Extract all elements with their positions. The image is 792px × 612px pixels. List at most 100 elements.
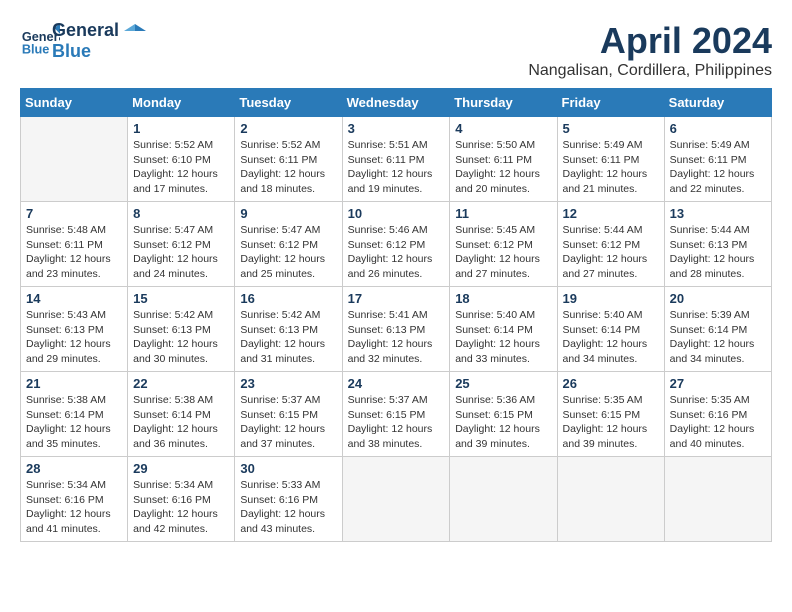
day-number: 30 (240, 461, 336, 476)
calendar-cell (450, 457, 557, 542)
calendar-cell: 1 Sunrise: 5:52 AM Sunset: 6:10 PM Daylig… (128, 117, 235, 202)
week-row-1: 1 Sunrise: 5:52 AM Sunset: 6:10 PM Daylig… (21, 117, 772, 202)
logo-blue: Blue (52, 41, 146, 62)
calendar-cell: 8 Sunrise: 5:47 AM Sunset: 6:12 PM Daylig… (128, 202, 235, 287)
day-info: Sunrise: 5:45 AM Sunset: 6:12 PM Dayligh… (455, 223, 551, 282)
calendar-cell: 29 Sunrise: 5:34 AM Sunset: 6:16 PM Dayli… (128, 457, 235, 542)
calendar-cell: 27 Sunrise: 5:35 AM Sunset: 6:16 PM Dayli… (664, 372, 771, 457)
day-number: 4 (455, 121, 551, 136)
day-number: 6 (670, 121, 766, 136)
calendar-cell (21, 117, 128, 202)
day-number: 8 (133, 206, 229, 221)
day-number: 14 (26, 291, 122, 306)
calendar-cell: 21Sunrise: 5:38 AM Sunset: 6:14 PM Dayli… (21, 372, 128, 457)
svg-text:Blue: Blue (22, 41, 50, 56)
day-info: Sunrise: 5:49 AM Sunset: 6:11 PM Dayligh… (563, 138, 659, 197)
day-info: Sunrise: 5:44 AM Sunset: 6:13 PM Dayligh… (670, 223, 766, 282)
logo-general: General (52, 20, 146, 41)
calendar-cell: 22 Sunrise: 5:38 AM Sunset: 6:14 PM Dayli… (128, 372, 235, 457)
day-info: Sunrise: 5:47 AM Sunset: 6:12 PM Dayligh… (133, 223, 229, 282)
day-info: Sunrise: 5:36 AM Sunset: 6:15 PM Dayligh… (455, 393, 551, 452)
day-number: 7 (26, 206, 122, 221)
day-number: 10 (348, 206, 445, 221)
calendar-cell: 11 Sunrise: 5:45 AM Sunset: 6:12 PM Dayli… (450, 202, 557, 287)
day-number: 25 (455, 376, 551, 391)
day-number: 21 (26, 376, 122, 391)
weekday-header-row: SundayMondayTuesdayWednesdayThursdayFrid… (21, 89, 772, 117)
calendar-cell: 28Sunrise: 5:34 AM Sunset: 6:16 PM Dayli… (21, 457, 128, 542)
week-row-4: 21 Sunrise: 5:38 AM Sunset: 6:14 PM Dayli… (21, 372, 772, 457)
title-area: April 2024 Nangalisan, Cordillera, Phili… (528, 20, 772, 80)
day-info: Sunrise: 5:40 AM Sunset: 6:14 PM Dayligh… (455, 308, 551, 367)
weekday-header-monday: Monday (128, 89, 235, 117)
day-info: Sunrise: 5:52 AM Sunset: 6:10 PM Dayligh… (133, 138, 229, 197)
calendar-cell: 6Sunrise: 5:49 AM Sunset: 6:11 PM Daylig… (664, 117, 771, 202)
day-info: Sunrise: 5:44 AM Sunset: 6:12 PM Dayligh… (563, 223, 659, 282)
weekday-header-saturday: Saturday (664, 89, 771, 117)
calendar-cell: 7 Sunrise: 5:48 AM Sunset: 6:11 PM Daylig… (21, 202, 128, 287)
day-info: Sunrise: 5:41 AM Sunset: 6:13 PM Dayligh… (348, 308, 445, 367)
location-title: Nangalisan, Cordillera, Philippines (528, 62, 772, 80)
day-number: 17 (348, 291, 445, 306)
day-info: Sunrise: 5:47 AM Sunset: 6:12 PM Dayligh… (240, 223, 336, 282)
day-info: Sunrise: 5:37 AM Sunset: 6:15 PM Dayligh… (240, 393, 336, 452)
day-number: 22 (133, 376, 229, 391)
day-number: 12 (563, 206, 659, 221)
day-number: 1 (133, 121, 229, 136)
day-number: 3 (348, 121, 445, 136)
day-number: 28 (26, 461, 122, 476)
day-number: 13 (670, 206, 766, 221)
day-number: 11 (455, 206, 551, 221)
day-info: Sunrise: 5:39 AM Sunset: 6:14 PM Dayligh… (670, 308, 766, 367)
day-info: Sunrise: 5:42 AM Sunset: 6:13 PM Dayligh… (133, 308, 229, 367)
day-info: Sunrise: 5:35 AM Sunset: 6:16 PM Dayligh… (670, 393, 766, 452)
day-info: Sunrise: 5:51 AM Sunset: 6:11 PM Dayligh… (348, 138, 445, 197)
calendar-table: SundayMondayTuesdayWednesdayThursdayFrid… (20, 88, 772, 542)
calendar-cell: 25 Sunrise: 5:36 AM Sunset: 6:15 PM Dayli… (450, 372, 557, 457)
day-number: 9 (240, 206, 336, 221)
weekday-header-sunday: Sunday (21, 89, 128, 117)
day-info: Sunrise: 5:33 AM Sunset: 6:16 PM Dayligh… (240, 478, 336, 537)
calendar-cell: 2Sunrise: 5:52 AM Sunset: 6:11 PM Daylig… (235, 117, 342, 202)
weekday-header-thursday: Thursday (450, 89, 557, 117)
calendar-cell (342, 457, 450, 542)
day-number: 24 (348, 376, 445, 391)
week-row-3: 14Sunrise: 5:43 AM Sunset: 6:13 PM Dayli… (21, 287, 772, 372)
day-info: Sunrise: 5:38 AM Sunset: 6:14 PM Dayligh… (133, 393, 229, 452)
week-row-5: 28 Sunrise: 5:34 AM Sunset: 6:16 PM Dayli… (21, 457, 772, 542)
day-info: Sunrise: 5:34 AM Sunset: 6:16 PM Dayligh… (133, 478, 229, 537)
day-number: 15 (133, 291, 229, 306)
calendar-cell: 30 Sunrise: 5:33 AM Sunset: 6:16 PM Dayli… (235, 457, 342, 542)
day-number: 29 (133, 461, 229, 476)
calendar-cell: 18Sunrise: 5:40 AM Sunset: 6:14 PM Dayli… (450, 287, 557, 372)
day-info: Sunrise: 5:35 AM Sunset: 6:15 PM Dayligh… (563, 393, 659, 452)
day-info: Sunrise: 5:37 AM Sunset: 6:15 PM Dayligh… (348, 393, 445, 452)
calendar-cell: 14Sunrise: 5:43 AM Sunset: 6:13 PM Dayli… (21, 287, 128, 372)
day-number: 27 (670, 376, 766, 391)
month-title: April 2024 (528, 20, 772, 62)
weekday-header-wednesday: Wednesday (342, 89, 450, 117)
day-number: 23 (240, 376, 336, 391)
calendar-cell: 16 Sunrise: 5:42 AM Sunset: 6:13 PM Dayli… (235, 287, 342, 372)
calendar-cell: 20 Sunrise: 5:39 AM Sunset: 6:14 PM Dayli… (664, 287, 771, 372)
day-info: Sunrise: 5:46 AM Sunset: 6:12 PM Dayligh… (348, 223, 445, 282)
day-info: Sunrise: 5:48 AM Sunset: 6:11 PM Dayligh… (26, 223, 122, 282)
calendar-cell: 3 Sunrise: 5:51 AM Sunset: 6:11 PM Daylig… (342, 117, 450, 202)
calendar-cell (664, 457, 771, 542)
calendar-cell (557, 457, 664, 542)
calendar-cell: 13 Sunrise: 5:44 AM Sunset: 6:13 PM Dayli… (664, 202, 771, 287)
day-number: 5 (563, 121, 659, 136)
calendar-cell: 12 Sunrise: 5:44 AM Sunset: 6:12 PM Dayli… (557, 202, 664, 287)
calendar-cell: 10 Sunrise: 5:46 AM Sunset: 6:12 PM Dayli… (342, 202, 450, 287)
weekday-header-friday: Friday (557, 89, 664, 117)
calendar-cell: 15 Sunrise: 5:42 AM Sunset: 6:13 PM Dayli… (128, 287, 235, 372)
week-row-2: 7 Sunrise: 5:48 AM Sunset: 6:11 PM Daylig… (21, 202, 772, 287)
day-info: Sunrise: 5:42 AM Sunset: 6:13 PM Dayligh… (240, 308, 336, 367)
day-number: 19 (563, 291, 659, 306)
day-number: 20 (670, 291, 766, 306)
day-number: 16 (240, 291, 336, 306)
day-number: 2 (240, 121, 336, 136)
day-number: 26 (563, 376, 659, 391)
calendar-cell: 23 Sunrise: 5:37 AM Sunset: 6:15 PM Dayli… (235, 372, 342, 457)
calendar-cell: 26 Sunrise: 5:35 AM Sunset: 6:15 PM Dayli… (557, 372, 664, 457)
